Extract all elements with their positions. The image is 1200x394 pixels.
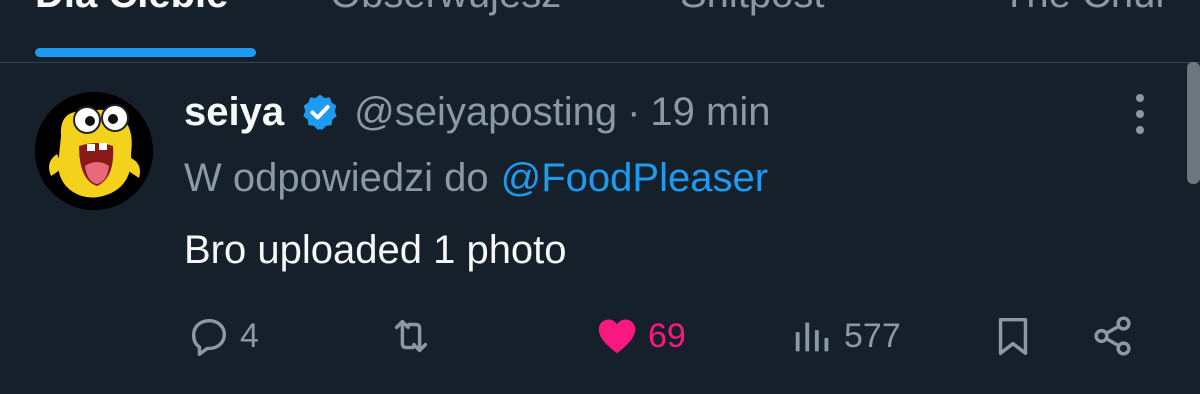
reply-context: W odpowiedzi do @FoodPleaser — [184, 150, 768, 206]
repost-icon — [394, 319, 428, 353]
reply-mention-link[interactable]: @FoodPleaser — [501, 156, 768, 201]
post-header: seiya @seiyaposting · 19 min — [184, 84, 770, 140]
separator-dot: · — [627, 89, 641, 134]
bookmark-icon — [998, 317, 1028, 355]
heart-filled-icon — [598, 319, 636, 354]
tab-label: The Chur — [1002, 0, 1169, 17]
post-text: Bro uploaded 1 photo — [184, 227, 567, 272]
tab-the-chur[interactable]: The Chur — [1002, 0, 1169, 22]
repost-button[interactable] — [388, 310, 442, 362]
reply-prefix: W odpowiedzi do — [184, 155, 489, 200]
scrollbar[interactable] — [1187, 62, 1200, 184]
tab-label: Dla Ciebie — [35, 0, 228, 17]
timestamp[interactable]: 19 min — [650, 90, 770, 135]
tab-shitpost[interactable]: Shitpost — [680, 0, 859, 22]
handle[interactable]: @seiyaposting — [354, 90, 617, 135]
views-count: 577 — [844, 316, 901, 355]
like-count: 69 — [648, 316, 686, 355]
reply-button[interactable]: 4 — [186, 310, 259, 362]
tab-label: Shitpost — [680, 0, 825, 17]
bookmark-button[interactable] — [990, 310, 1036, 362]
avatar[interactable] — [35, 92, 153, 210]
views-button[interactable]: 577 — [790, 310, 901, 362]
reply-count: 4 — [240, 316, 259, 355]
reply-icon — [191, 318, 227, 356]
tab-label: Obserwujesz — [330, 0, 561, 17]
timeline-tabs: Dla Ciebie Obserwujesz Shitpost The Chur — [0, 0, 1200, 63]
active-tab-indicator — [35, 48, 256, 57]
tab-dla-ciebie[interactable]: Dla Ciebie — [35, 0, 228, 22]
tab-obserwujesz[interactable]: Obserwujesz — [330, 0, 561, 22]
verified-badge-icon[interactable] — [300, 92, 340, 132]
like-button[interactable]: 69 — [594, 310, 686, 362]
display-name[interactable]: seiya — [184, 90, 284, 135]
yellow-cartoon-character-avatar-icon — [35, 92, 153, 210]
share-icon — [1094, 316, 1131, 356]
share-button[interactable] — [1090, 310, 1136, 362]
analytics-icon — [795, 322, 829, 352]
more-options-icon[interactable] — [1128, 94, 1152, 134]
